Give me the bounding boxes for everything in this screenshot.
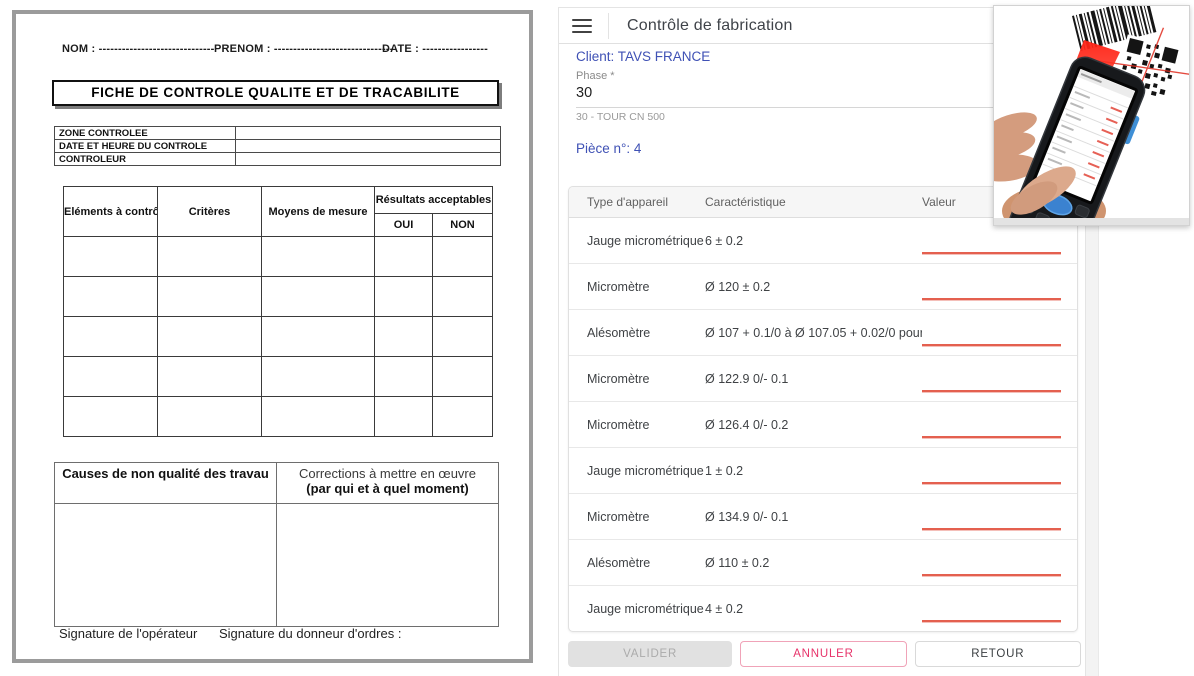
phase-input[interactable]: 30 [576, 85, 1064, 108]
col-header-device: Type d'appareil [587, 195, 705, 209]
device-type: Micromètre [587, 510, 705, 524]
table-row: Micromètre Ø 120 ± 0.2 [569, 263, 1077, 309]
characteristic: 1 ± 0.2 [705, 464, 922, 478]
form-control-table: Eléments à contrôle Critères Moyens de m… [63, 186, 493, 437]
corrections-body-cell [277, 503, 498, 625]
characteristic: Ø 120 ± 0.2 [705, 280, 922, 294]
corrections-header: Corrections à mettre en œuvre (par qui e… [277, 463, 498, 503]
form-nom-line: NOM : ------------------------------ [62, 43, 215, 55]
signature-orderer-label: Signature du donneur d'ordres : [219, 626, 401, 641]
scanner-photo [993, 5, 1190, 226]
hamburger-menu-icon[interactable] [572, 19, 592, 33]
col-header-characteristic: Caractéristique [705, 195, 922, 209]
characteristic: Ø 126.4 0/- 0.2 [705, 418, 922, 432]
col-header-elements: Eléments à contrôle [64, 187, 158, 237]
characteristic: 6 ± 0.2 [705, 234, 922, 248]
table-row: Jauge micrométrique 1 ± 0.2 [569, 447, 1077, 493]
corrections-column: Corrections à mettre en œuvre (par qui e… [277, 463, 498, 626]
table-row: Micromètre Ø 126.4 0/- 0.2 [569, 401, 1077, 447]
device-type: Alésomètre [587, 326, 705, 340]
col-header-criteres: Critères [158, 187, 262, 237]
value-input[interactable] [922, 574, 1061, 576]
table-row [64, 277, 493, 317]
corrections-header-line1: Corrections à mettre en œuvre [277, 466, 498, 481]
characteristic: Ø 122.9 0/- 0.1 [705, 372, 922, 386]
value-input[interactable] [922, 436, 1061, 438]
table-row [64, 317, 493, 357]
scanner-illustration [994, 6, 1189, 225]
table-header-row: Eléments à contrôle Critères Moyens de m… [64, 187, 493, 214]
table-row: Micromètre Ø 122.9 0/- 0.1 [569, 355, 1077, 401]
value-input[interactable] [922, 482, 1061, 484]
table-row: CONTROLEUR [55, 153, 501, 166]
col-header-non: NON [433, 213, 493, 236]
characteristic: 4 ± 0.2 [705, 602, 922, 616]
col-header-resultats: Résultats acceptables [375, 187, 493, 214]
table-row [64, 357, 493, 397]
measurements-table: Type d'appareil Caractéristique Valeur J… [568, 186, 1078, 632]
page-title: Contrôle de fabrication [627, 17, 793, 35]
table-row [64, 397, 493, 437]
value-input[interactable] [922, 390, 1061, 392]
characteristic: Ø 134.9 0/- 0.1 [705, 510, 922, 524]
quality-form-document: NOM : ------------------------------ PRE… [12, 10, 533, 663]
device-type: Jauge micrométrique [587, 464, 705, 478]
device-type: Micromètre [587, 372, 705, 386]
header-divider [608, 13, 609, 39]
table-row [64, 237, 493, 277]
info-label-zone: ZONE CONTROLEE [55, 127, 236, 140]
table-row: Alésomètre Ø 110 ± 0.2 [569, 539, 1077, 585]
signature-operator-label: Signature de l'opérateur [59, 626, 197, 641]
value-input[interactable] [922, 252, 1061, 254]
phase-label: Phase * [576, 70, 1064, 82]
info-label-datetime: DATE ET HEURE DU CONTROLE [55, 140, 236, 153]
info-value-controller [236, 153, 501, 166]
col-header-oui: OUI [375, 213, 433, 236]
corrections-header-line2: (par qui et à quel moment) [277, 481, 498, 496]
causes-header: Causes de non qualité des travau [55, 463, 276, 503]
table-row: Micromètre Ø 134.9 0/- 0.1 [569, 493, 1077, 539]
info-value-datetime [236, 140, 501, 153]
table-row: DATE ET HEURE DU CONTROLE [55, 140, 501, 153]
photo-bottom-shade [994, 218, 1189, 225]
value-input[interactable] [922, 528, 1061, 530]
col-header-moyens: Moyens de mesure [262, 187, 375, 237]
device-type: Jauge micrométrique [587, 602, 705, 616]
form-title: FICHE DE CONTROLE QUALITE ET DE TRACABIL… [52, 80, 499, 106]
form-date-line: DATE : ----------------- [382, 43, 488, 55]
device-type: Jauge micrométrique [587, 234, 705, 248]
screenshot-canvas: NOM : ------------------------------ PRE… [0, 0, 1194, 676]
table-row: Jauge micrométrique 4 ± 0.2 [569, 585, 1077, 631]
characteristic: Ø 107 + 0.1/0 à Ø 107.05 + 0.02/0 pour a… [705, 326, 922, 340]
back-button[interactable]: RETOUR [915, 641, 1081, 667]
causes-column: Causes de non qualité des travau [55, 463, 277, 626]
info-label-controller: CONTROLEUR [55, 153, 236, 166]
info-value-zone [236, 127, 501, 140]
characteristic: Ø 110 ± 0.2 [705, 556, 922, 570]
device-type: Micromètre [587, 418, 705, 432]
cancel-button[interactable]: ANNULER [740, 641, 906, 667]
form-causes-table: Causes de non qualité des travau Correct… [54, 462, 499, 627]
phase-field[interactable]: Phase * 30 30 - TOUR CN 500 [576, 70, 1064, 123]
validate-button[interactable]: VALIDER [568, 641, 732, 667]
value-input[interactable] [922, 344, 1061, 346]
device-type: Micromètre [587, 280, 705, 294]
phase-hint: 30 - TOUR CN 500 [576, 111, 1064, 123]
value-input[interactable] [922, 298, 1061, 300]
device-type: Alésomètre [587, 556, 705, 570]
form-info-table: ZONE CONTROLEE DATE ET HEURE DU CONTROLE… [54, 126, 501, 166]
client-line: Client: TAVS FRANCE [576, 49, 710, 64]
form-prenom-line: PRENOM : ------------------------------- [214, 43, 394, 55]
value-input[interactable] [922, 620, 1061, 622]
piece-number-line: Pièce n°: 4 [576, 141, 641, 156]
table-row: ZONE CONTROLEE [55, 127, 501, 140]
table-row: Alésomètre Ø 107 + 0.1/0 à Ø 107.05 + 0.… [569, 309, 1077, 355]
action-button-row: VALIDER ANNULER RETOUR [568, 641, 1081, 667]
causes-body-cell [55, 503, 276, 625]
